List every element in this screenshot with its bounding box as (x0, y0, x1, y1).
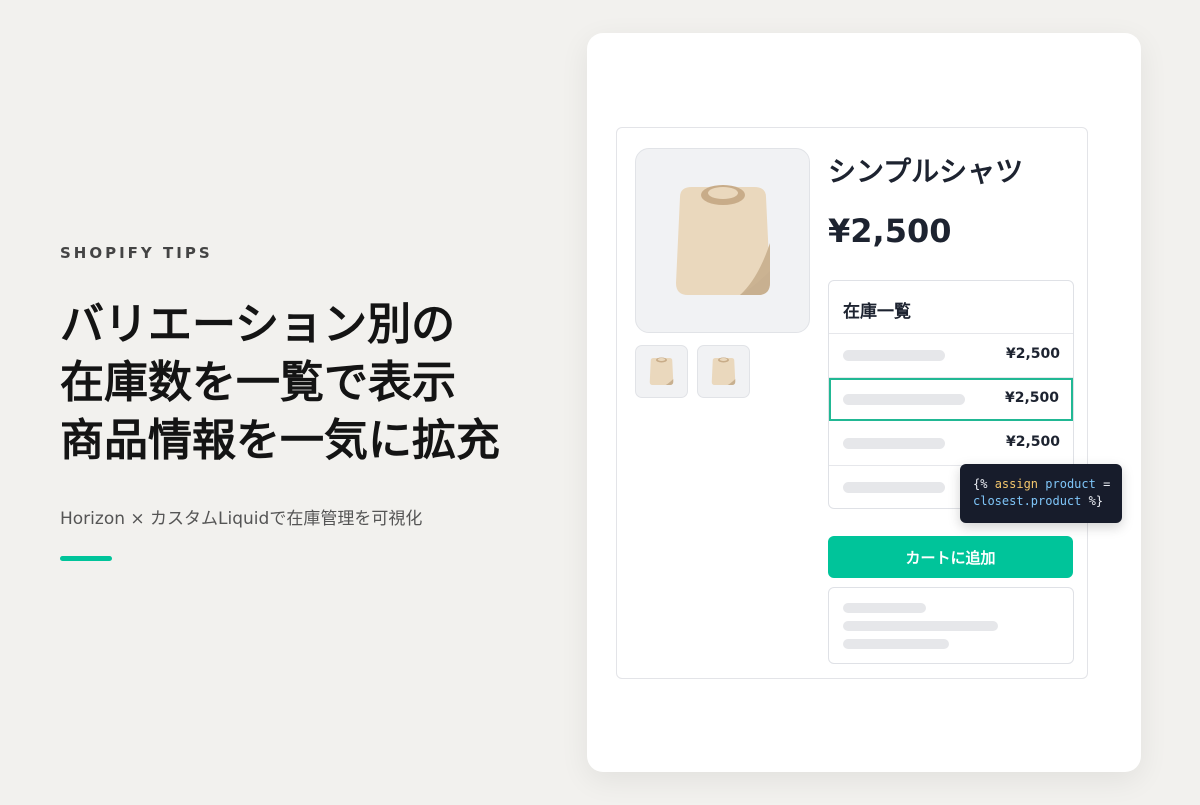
product-main-image[interactable] (635, 148, 810, 333)
variant-name-placeholder (843, 482, 945, 493)
headline-line: 商品情報を一気に拡充 (60, 415, 500, 466)
add-to-cart-button[interactable]: カートに追加 (828, 536, 1073, 578)
headline-line: 在庫数を一覧で表示 (60, 357, 456, 408)
text-placeholder (843, 603, 926, 613)
code-operator: = (1103, 477, 1111, 491)
accent-divider (60, 556, 112, 561)
code-tag-open: {% (973, 477, 988, 491)
headline: バリエーション別の 在庫数を一覧で表示 商品情報を一気に拡充 (60, 296, 500, 470)
code-tag-close: %} (1088, 494, 1104, 508)
headline-line: バリエーション別の (60, 299, 456, 350)
product-title: シンプルシャツ (828, 155, 1024, 188)
tshirt-icon (649, 357, 674, 385)
code-value: closest.product (973, 494, 1082, 508)
variant-price: ¥2,500 (1005, 346, 1060, 362)
variant-name-placeholder (843, 350, 945, 361)
variant-price: ¥2,500 (1004, 390, 1059, 406)
product-thumbnail[interactable] (635, 345, 688, 398)
variant-name-placeholder (843, 438, 945, 449)
stock-row[interactable]: ¥2,500 (829, 422, 1073, 466)
text-placeholder (843, 639, 949, 649)
stock-row[interactable]: ¥2,500 (829, 334, 1073, 378)
text-placeholder (843, 621, 998, 631)
code-line: {% assign product = (973, 476, 1122, 493)
code-keyword: assign (994, 477, 1039, 491)
stock-row-selected[interactable]: ¥2,500 (829, 378, 1073, 421)
code-line: closest.product %} (973, 493, 1122, 510)
variant-name-placeholder (843, 394, 965, 405)
tshirt-icon (711, 357, 736, 385)
liquid-code-tooltip: {% assign product = closest.product %} (960, 464, 1122, 523)
code-variable: product (1045, 477, 1096, 491)
eyebrow-label: SHOPIFY TIPS (60, 244, 213, 262)
subtitle: Horizon × カスタムLiquidで在庫管理を可視化 (60, 509, 423, 529)
product-price: ¥2,500 (828, 212, 952, 250)
variant-price: ¥2,500 (1005, 434, 1060, 450)
product-thumbnail[interactable] (697, 345, 750, 398)
product-info-placeholder (828, 587, 1074, 664)
stock-table-title: 在庫一覧 (843, 302, 911, 322)
tshirt-icon (676, 185, 770, 295)
